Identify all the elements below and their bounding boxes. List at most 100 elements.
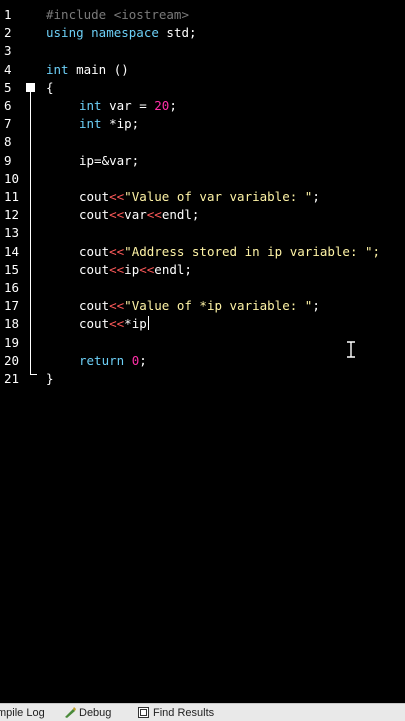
- code-token: {: [46, 79, 54, 95]
- code-token: cout: [79, 189, 110, 204]
- code-line[interactable]: 9 ip=&var;: [0, 152, 405, 170]
- code-line[interactable]: 17 cout<<"Value of *ip variable: ";: [0, 297, 405, 315]
- code-line[interactable]: 14 cout<<"Address stored in ip variable: …: [0, 243, 405, 261]
- code-line[interactable]: 7 int *ip;: [0, 115, 405, 133]
- code-token: <<: [109, 261, 125, 277]
- tab-compile-log[interactable]: mpile Log: [0, 707, 45, 719]
- code-token: int: [79, 116, 102, 132]
- tab-compile-log-label: mpile Log: [0, 707, 45, 719]
- tab-debug-label: Debug: [79, 707, 112, 719]
- code-token: return: [79, 352, 125, 368]
- code-token: var =: [101, 98, 155, 113]
- code-line[interactable]: 16: [0, 279, 405, 297]
- tab-find-results[interactable]: Find Results: [138, 707, 214, 719]
- line-number: 14: [4, 243, 20, 259]
- code-line[interactable]: 18 cout<<*ip: [0, 315, 405, 333]
- code-token: <<: [139, 261, 155, 277]
- code-editor[interactable]: 1 #include <iostream> 2 using namespace std…: [0, 0, 405, 703]
- line-number: 8: [4, 134, 12, 150]
- code-line[interactable]: 15 cout<<ip<<endl;: [0, 261, 405, 279]
- code-token: *ip: [124, 316, 147, 332]
- code-text: using namespace std;: [46, 24, 197, 42]
- code-text: return 0;: [79, 352, 147, 370]
- text-cursor-icon: [347, 341, 355, 358]
- code-text: cout<<*ip: [79, 315, 149, 333]
- code-token: <<: [109, 207, 125, 223]
- line-number: 5: [4, 79, 12, 95]
- find-results-icon: [138, 707, 149, 718]
- line-number: 6: [4, 98, 12, 113]
- code-token: #include <iostream>: [46, 7, 189, 22]
- code-line[interactable]: 4 int main (): [0, 61, 405, 79]
- code-text: int main (): [46, 61, 129, 79]
- code-line[interactable]: 8: [0, 133, 405, 151]
- code-token: ;: [312, 298, 320, 314]
- line-number: 20: [4, 352, 20, 368]
- code-token: cout: [79, 316, 110, 332]
- code-token: <<: [109, 316, 125, 332]
- line-number: 11: [4, 189, 20, 204]
- text-caret: [147, 316, 149, 331]
- code-token: ip=&var;: [79, 152, 140, 168]
- code-line[interactable]: 3: [0, 42, 405, 60]
- code-line[interactable]: 19: [0, 334, 405, 352]
- code-token: <<: [109, 189, 125, 204]
- code-token: int: [46, 61, 69, 77]
- line-number: 17: [4, 298, 20, 314]
- bottom-panel-tabs: mpile Log Debug Find Results: [0, 703, 405, 721]
- code-token: using namespace: [46, 25, 159, 41]
- code-text: cout<<ip<<endl;: [79, 261, 192, 279]
- line-number: 9: [4, 152, 12, 168]
- code-text: }: [46, 370, 54, 388]
- code-line[interactable]: 5{: [0, 79, 405, 97]
- code-line[interactable]: 2 using namespace std;: [0, 24, 405, 42]
- line-number: 13: [4, 225, 20, 241]
- code-line[interactable]: 11 cout<<"Value of var variable: ";: [0, 188, 405, 206]
- code-text: cout<<"Value of *ip variable: ";: [79, 297, 320, 315]
- tab-debug[interactable]: Debug: [64, 707, 111, 719]
- code-text: {: [46, 79, 54, 97]
- code-line[interactable]: 10: [0, 170, 405, 188]
- code-token: <<: [146, 207, 162, 223]
- code-line[interactable]: 21}: [0, 370, 405, 388]
- code-line[interactable]: 1 #include <iostream>: [0, 6, 405, 24]
- code-text: int *ip;: [79, 115, 139, 133]
- code-line[interactable]: 12 cout<<var<<endl;: [0, 206, 405, 224]
- code-token: "Address stored in ip variable: ";: [124, 243, 381, 259]
- code-text: int var = 20;: [79, 97, 177, 115]
- code-token: ip: [124, 261, 140, 277]
- line-number: 21: [4, 371, 20, 386]
- line-number: 4: [4, 61, 12, 77]
- code-token: ;: [169, 98, 177, 113]
- code-token: cout: [79, 298, 110, 314]
- code-text: #include <iostream>: [46, 6, 189, 24]
- code-text: cout<<"Value of var variable: ";: [79, 188, 320, 206]
- code-token: cout: [79, 261, 110, 277]
- code-token: ;: [139, 352, 147, 368]
- code-token: }: [46, 371, 54, 386]
- line-number: 3: [4, 43, 12, 59]
- code-token: 20: [154, 98, 170, 113]
- line-number: 18: [4, 316, 20, 332]
- code-line[interactable]: 13: [0, 224, 405, 242]
- line-number: 7: [4, 116, 12, 132]
- line-number: 2: [4, 25, 12, 41]
- code-token: endl;: [154, 261, 192, 277]
- code-token: std;: [158, 25, 197, 41]
- tab-find-results-label: Find Results: [153, 707, 215, 719]
- code-line[interactable]: 20 return 0;: [0, 352, 405, 370]
- line-number: 1: [4, 7, 12, 22]
- code-line[interactable]: 6 int var = 20;: [0, 97, 405, 115]
- code-token: <<: [109, 243, 125, 259]
- code-token: ;: [312, 189, 320, 204]
- code-token: *ip;: [101, 116, 140, 132]
- line-number: 12: [4, 207, 20, 223]
- line-number: 10: [4, 170, 20, 186]
- code-token: var: [124, 207, 147, 223]
- line-number: 16: [4, 280, 20, 295]
- line-number: 19: [4, 334, 20, 350]
- code-token: <<: [109, 298, 125, 314]
- code-text: cout<<var<<endl;: [79, 206, 199, 224]
- code-token: cout: [79, 207, 110, 223]
